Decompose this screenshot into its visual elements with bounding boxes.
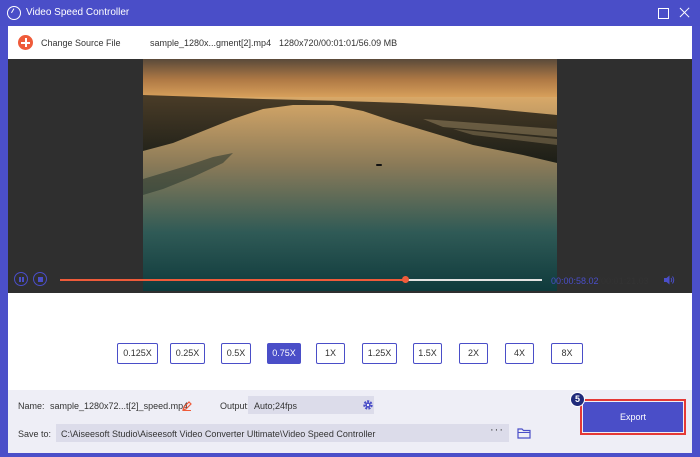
- speed-option-8x[interactable]: 8X: [551, 343, 583, 364]
- save-path-value: C:\Aiseesoft Studio\Aiseesoft Video Conv…: [61, 429, 376, 439]
- browse-more-button[interactable]: ···: [481, 424, 513, 442]
- speed-option-0_25x[interactable]: 0.25X: [170, 343, 205, 364]
- progress-fill: [60, 279, 406, 281]
- add-source-icon[interactable]: [18, 35, 33, 50]
- maximize-icon[interactable]: [656, 6, 670, 20]
- output-label: Output:: [220, 401, 250, 411]
- speed-option-2x[interactable]: 2X: [459, 343, 488, 364]
- playback-controls: [8, 293, 692, 320]
- output-file-name: sample_1280x72...t[2]_speed.mp4: [50, 401, 189, 411]
- boat: [376, 164, 382, 166]
- export-button[interactable]: Export: [583, 402, 683, 432]
- volume-icon[interactable]: [664, 275, 676, 285]
- folder-icon[interactable]: [517, 427, 531, 439]
- title-bar: Video Speed Controller: [0, 0, 700, 26]
- speed-option-1_5x[interactable]: 1.5X: [413, 343, 442, 364]
- progress-handle[interactable]: [401, 276, 409, 283]
- total-time: /00:01:21.03: [598, 276, 649, 286]
- pause-button[interactable]: [14, 272, 28, 286]
- output-format-value: Auto;24fps: [254, 401, 298, 411]
- window-title: Video Speed Controller: [26, 7, 130, 18]
- video-landscape-image: [143, 59, 557, 291]
- speed-option-1_25x[interactable]: 1.25X: [362, 343, 397, 364]
- source-bar: Change Source File sample_1280x...gment[…: [8, 26, 692, 59]
- close-icon[interactable]: [678, 6, 692, 20]
- app-logo-icon: [7, 6, 21, 20]
- gear-icon[interactable]: [362, 399, 374, 411]
- time-display: 00:00:58.02/00:01:21.03: [551, 276, 649, 286]
- app-window: Video Speed Controller Change Source Fil…: [0, 0, 700, 457]
- edit-name-icon[interactable]: [182, 401, 192, 411]
- speed-options-panel: [8, 321, 692, 391]
- speed-option-0_125x[interactable]: 0.125X: [117, 343, 158, 364]
- main-panel: Change Source File sample_1280x...gment[…: [8, 26, 692, 453]
- save-to-label: Save to:: [18, 429, 52, 439]
- source-file-name: sample_1280x...gment[2].mp4: [150, 38, 272, 48]
- name-label: Name:: [18, 401, 45, 411]
- stop-button[interactable]: [33, 272, 47, 286]
- speed-option-0_5x[interactable]: 0.5X: [221, 343, 251, 364]
- change-source-button[interactable]: Change Source File: [41, 38, 121, 48]
- source-file-info: 1280x720/00:01:01/56.09 MB: [279, 38, 398, 48]
- progress-slider[interactable]: [60, 276, 542, 283]
- step-badge: 5: [570, 392, 585, 407]
- speed-option-4x[interactable]: 4X: [505, 343, 534, 364]
- video-frame: [143, 59, 557, 291]
- speed-option-0_75x[interactable]: 0.75X: [267, 343, 301, 364]
- current-time: 00:00:58.02: [551, 276, 599, 286]
- speed-option-1x[interactable]: 1X: [316, 343, 345, 364]
